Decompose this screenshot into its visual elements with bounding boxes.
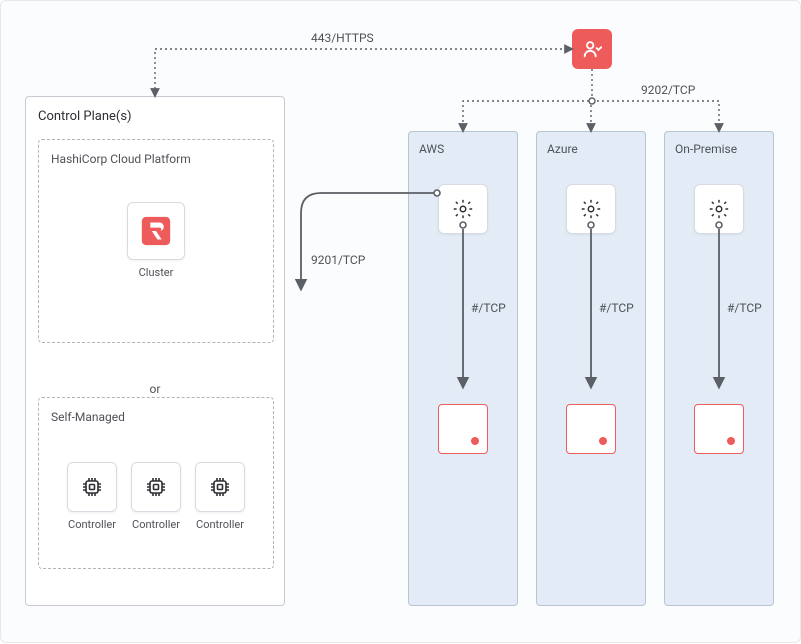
target-onprem <box>694 404 744 454</box>
label-443: 443/HTTPS <box>311 31 374 45</box>
env-onprem: On-Premise <box>664 131 774 606</box>
hcp-box: HashiCorp Cloud Platform Cluster <box>38 139 274 343</box>
env-onprem-title: On-Premise <box>675 142 763 156</box>
target-aws <box>438 404 488 454</box>
self-managed-title: Self-Managed <box>51 410 261 424</box>
label-9202: 9202/TCP <box>641 83 695 97</box>
cpu-icon <box>195 462 245 512</box>
worker-aws <box>438 184 488 234</box>
worker-azure <box>566 184 616 234</box>
controller-2: Controller <box>195 462 245 531</box>
cpu-icon <box>131 462 181 512</box>
label-tcp-azure: #/TCP <box>599 301 634 315</box>
boundary-icon <box>139 214 173 248</box>
self-managed-box: Self-Managed Controller Controller <box>38 397 274 569</box>
controller-1: Controller <box>131 462 181 531</box>
label-9201: 9201/TCP <box>311 253 365 267</box>
cpu-icon <box>67 462 117 512</box>
label-tcp-aws: #/TCP <box>471 301 506 315</box>
env-aws-title: AWS <box>419 142 507 156</box>
hcp-title: HashiCorp Cloud Platform <box>51 152 261 166</box>
cluster-icon-box <box>127 202 185 260</box>
gear-icon <box>452 198 474 220</box>
gear-icon <box>708 198 730 220</box>
controller-0: Controller <box>67 462 117 531</box>
env-azure: Azure <box>536 131 646 606</box>
user-box <box>572 29 612 69</box>
cluster-label: Cluster <box>139 266 174 279</box>
control-plane-box: Control Plane(s) HashiCorp Cloud Platfor… <box>25 96 285 606</box>
controllers-row: Controller Controller Controller <box>51 462 261 531</box>
label-tcp-onprem: #/TCP <box>727 301 762 315</box>
target-azure <box>566 404 616 454</box>
env-azure-title: Azure <box>547 142 635 156</box>
control-plane-title: Control Plane(s) <box>38 109 272 124</box>
env-aws: AWS <box>408 131 518 606</box>
or-label: or <box>38 382 272 396</box>
architecture-diagram: Control Plane(s) HashiCorp Cloud Platfor… <box>0 0 801 643</box>
gear-icon <box>580 198 602 220</box>
worker-onprem <box>694 184 744 234</box>
user-icon <box>581 38 603 60</box>
